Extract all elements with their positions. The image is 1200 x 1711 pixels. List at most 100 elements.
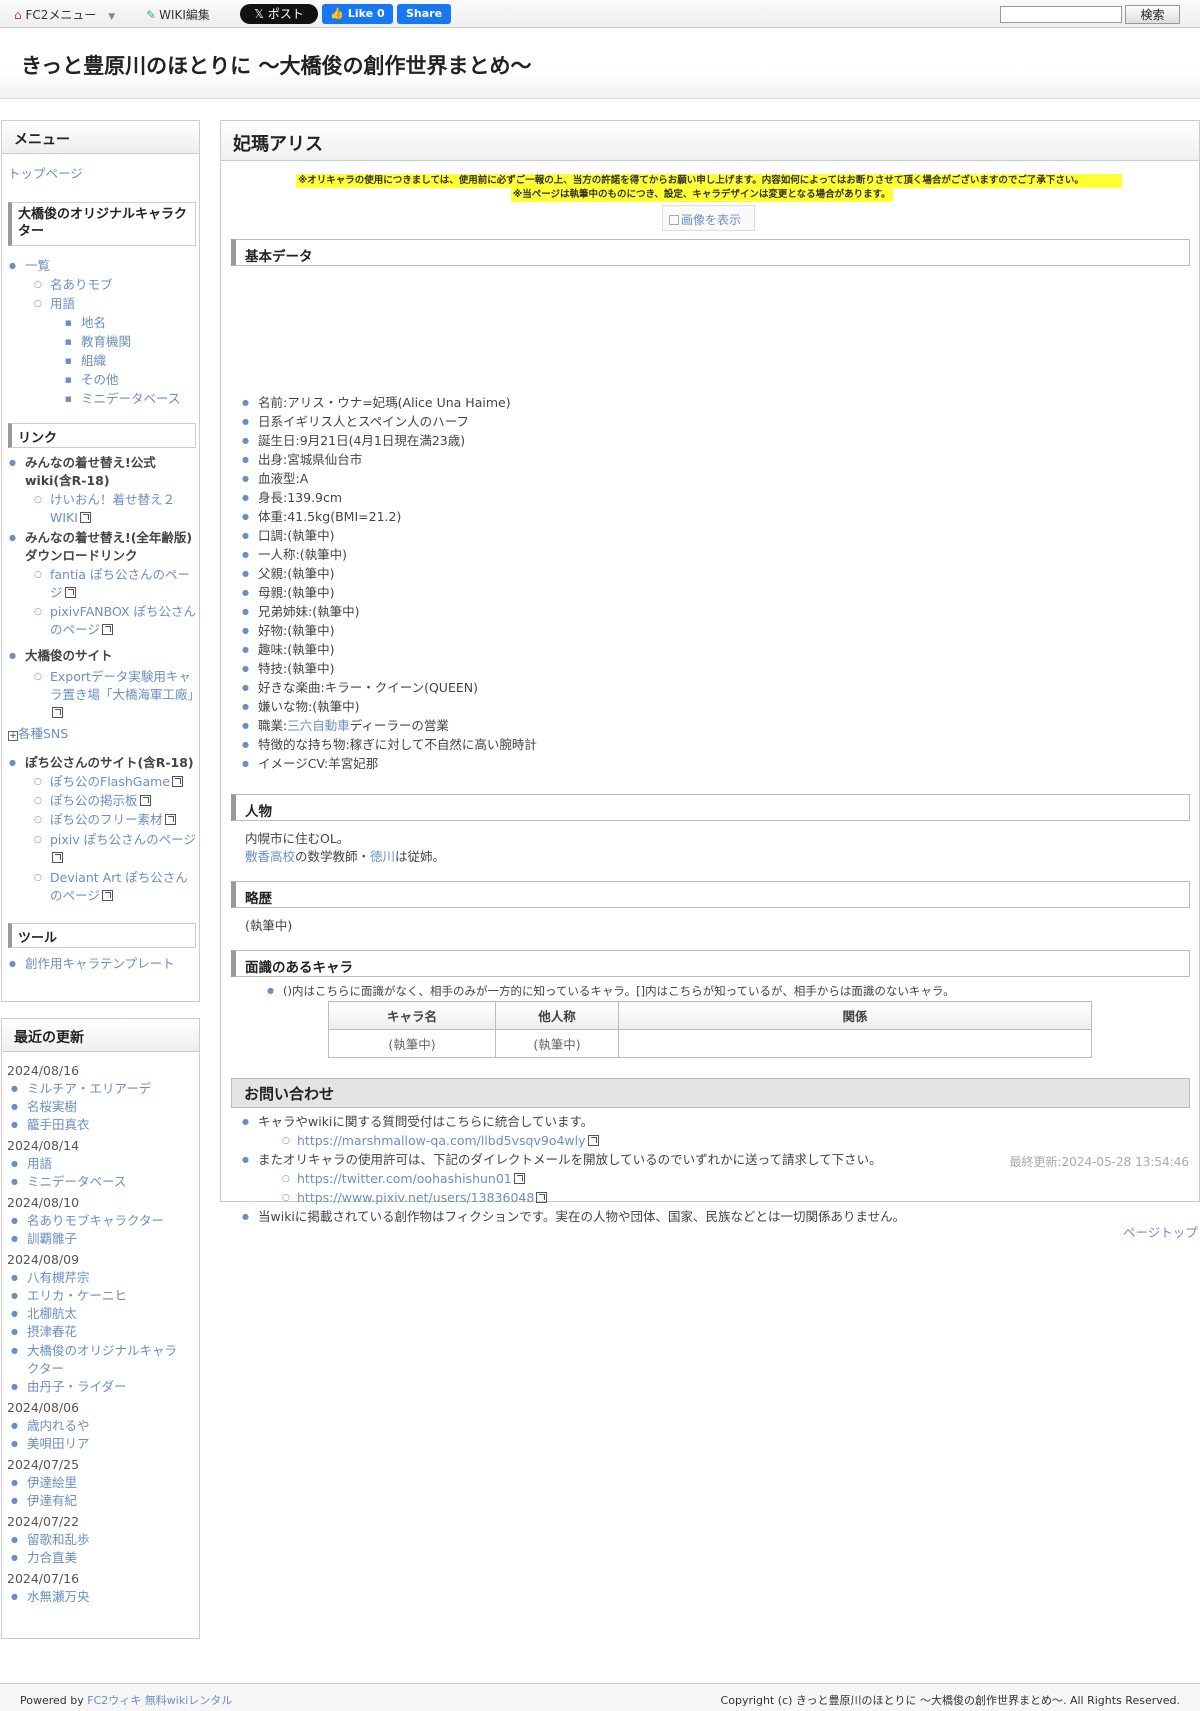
link-pixiv-item[interactable]: pixiv ぽち公さんのページ bbox=[34, 831, 198, 867]
link-kon-wiki[interactable]: けいおん！着せ替え２WIKI bbox=[50, 492, 175, 525]
link-flash[interactable]: ぽち公のFlashGame bbox=[50, 774, 170, 789]
menu-item-named-mob[interactable]: 名ありモブ bbox=[34, 277, 112, 293]
recent-item-link[interactable]: 名ありモブキャラクター bbox=[11, 1213, 164, 1229]
link-fanbox-item[interactable]: pixivFANBOX ぽち公さんのページ bbox=[34, 603, 198, 639]
main-content: 妃瑪アリス ※オリキャラの使用につきましては、使用前に必ずご一報の上、当方の許諾… bbox=[220, 120, 1200, 1225]
basic-data-item: 身長:139.9cm bbox=[242, 490, 342, 506]
recent-item-link[interactable]: 水無瀬万央 bbox=[11, 1589, 89, 1605]
search-input[interactable] bbox=[1000, 6, 1122, 23]
menu-item-education[interactable]: 教育機関 bbox=[65, 334, 131, 350]
table-header-relation: 関係 bbox=[618, 1001, 1092, 1030]
tool-template-link[interactable]: 創作用キャラテンプレート bbox=[9, 956, 175, 972]
external-link-icon bbox=[101, 624, 113, 635]
table-cell-title: (執筆中) bbox=[495, 1029, 619, 1058]
recent-item-link[interactable]: 訓覇雛子 bbox=[11, 1231, 77, 1247]
recent-item-link[interactable]: 伊達絵里 bbox=[11, 1475, 77, 1491]
contact-item-3: 当wikiに掲載されている創作物はフィクションです。実在の人物や団体、国家、民族… bbox=[242, 1209, 905, 1225]
recent-item-link[interactable]: 北梛航太 bbox=[11, 1306, 77, 1322]
site-footer: Powered by FC2ウィキ 無料wikiレンタル Copyright (… bbox=[0, 1683, 1200, 1711]
link-ohashi-site: 大橋俊のサイト bbox=[9, 648, 112, 664]
recent-item-link[interactable]: 摂津春花 bbox=[11, 1324, 77, 1340]
wiki-edit-link[interactable]: ✎ WIKI編集 bbox=[146, 6, 210, 23]
external-link-icon bbox=[164, 814, 176, 825]
link-sns-toggle[interactable]: +各種SNS bbox=[8, 726, 68, 742]
job-company-link[interactable]: 三六自動車 bbox=[287, 718, 350, 733]
link-free-item[interactable]: ぽち公のフリー素材 bbox=[34, 812, 176, 828]
basic-data-item: 口調:(執筆中) bbox=[242, 528, 335, 544]
recent-date: 2024/08/16 bbox=[7, 1063, 80, 1078]
link-fantia-item[interactable]: fantia ぽち公さんのページ bbox=[34, 566, 198, 602]
facebook-share-button[interactable]: Share bbox=[397, 4, 451, 24]
recent-item-link[interactable]: 大橋俊のオリジナルキャラクター bbox=[11, 1342, 187, 1378]
powered-by-link[interactable]: FC2ウィキ 無料wikiレンタル bbox=[87, 1694, 232, 1707]
edit-icon: ✎ bbox=[146, 8, 157, 22]
menu-item-other[interactable]: その他 bbox=[65, 372, 118, 388]
menu-item-terms[interactable]: 用語 bbox=[34, 296, 75, 312]
link-export-item[interactable]: Exportデータ実験用キャラ置き場「大橋海軍工廠」 bbox=[34, 668, 200, 722]
pixiv-link[interactable]: https://www.pixiv.net/users/13836048 bbox=[297, 1190, 534, 1205]
recent-item-link[interactable]: 籠手田真衣 bbox=[11, 1117, 89, 1133]
basic-item-job: 職業:三六自動車ディーラーの営業 bbox=[242, 718, 449, 734]
link-sns[interactable]: 各種SNS bbox=[18, 726, 68, 741]
facebook-like-button[interactable]: 👍 Like 0 bbox=[322, 4, 393, 24]
show-image-link[interactable]: 画像を表示 bbox=[662, 205, 755, 231]
search-button[interactable]: 検索 bbox=[1125, 5, 1180, 24]
site-header: きっと豊原川のほとりに 〜大橋俊の創作世界まとめ〜 bbox=[0, 28, 1200, 99]
menu-section-chars: 大橋俊のオリジナルキャラクター bbox=[8, 202, 196, 246]
menu-item-org[interactable]: 組織 bbox=[65, 353, 106, 369]
job-suffix: ディーラーの営業 bbox=[349, 718, 449, 733]
recent-item-link[interactable]: 留歌和乱歩 bbox=[11, 1532, 89, 1548]
contact-link-3-item[interactable]: https://www.pixiv.net/users/13836048 bbox=[282, 1190, 548, 1206]
site-title[interactable]: きっと豊原川のほとりに 〜大橋俊の創作世界まとめ〜 bbox=[21, 50, 531, 80]
recent-item-link[interactable]: 八有槻芹宗 bbox=[11, 1270, 89, 1286]
page-top-link[interactable]: ページトップ bbox=[1123, 1222, 1198, 1241]
powered-by-prefix: Powered by bbox=[20, 1694, 84, 1707]
external-link-icon bbox=[101, 890, 113, 901]
menu-item-list[interactable]: 一覧 bbox=[9, 258, 50, 274]
person-end-text: は従姉。 bbox=[395, 849, 446, 864]
recent-updates-title: 最近の更新 bbox=[2, 1019, 199, 1052]
table-header-title: 他人称 bbox=[495, 1001, 619, 1030]
recent-item-link[interactable]: 名桜実樹 bbox=[11, 1099, 77, 1115]
menu-item-place[interactable]: 地名 bbox=[65, 315, 106, 331]
recent-item-link[interactable]: 用語 bbox=[11, 1156, 52, 1172]
person-school-link[interactable]: 敷香高校 bbox=[245, 849, 295, 864]
recent-item-link[interactable]: 力合直美 bbox=[11, 1550, 77, 1566]
recent-item-link[interactable]: 由丹子・ライダー bbox=[11, 1379, 126, 1395]
basic-data-item: 兄弟姉妹:(執筆中) bbox=[242, 604, 360, 620]
recent-item-link[interactable]: 伊達有紀 bbox=[11, 1493, 77, 1509]
link-pixiv[interactable]: pixiv ぽち公さんのページ bbox=[50, 832, 196, 847]
external-link-icon bbox=[587, 1135, 599, 1146]
job-prefix: 職業: bbox=[258, 718, 288, 733]
recent-item-link[interactable]: 美唄田リア bbox=[11, 1436, 89, 1452]
link-kon-wiki-item[interactable]: けいおん！着せ替え２WIKI bbox=[34, 491, 198, 527]
link-fanbox[interactable]: pixivFANBOX ぽち公さんのページ bbox=[50, 604, 196, 637]
fc2-menu[interactable]: ⌂ FC2メニュー ▼ bbox=[14, 6, 115, 23]
recent-item-link[interactable]: ミルチア・エリアーデ bbox=[11, 1081, 151, 1097]
contact-link-2-item[interactable]: https://twitter.com/oohashishun01 bbox=[282, 1171, 525, 1187]
person-cousin-link[interactable]: 徳川 bbox=[370, 849, 395, 864]
x-post-button[interactable]: 𝕏 ポスト bbox=[240, 4, 318, 24]
marshmallow-link[interactable]: https://marshmallow-qa.com/llbd5vsqv9o4w… bbox=[297, 1133, 586, 1148]
page-title: 妃瑪アリス bbox=[221, 121, 1199, 161]
top-toolbar: ⌂ FC2メニュー ▼ ✎ WIKI編集 𝕏 ポスト 👍 Like 0 Share… bbox=[0, 0, 1200, 28]
link-export-site[interactable]: Exportデータ実験用キャラ置き場「大橋海軍工廠」 bbox=[50, 669, 200, 702]
link-bbs-item[interactable]: ぽち公の掲示板 bbox=[34, 793, 151, 809]
link-deviant[interactable]: Deviant Art ぽち公さんのページ bbox=[50, 870, 188, 903]
plus-icon: + bbox=[8, 731, 18, 741]
menu-item-mini-db[interactable]: ミニデータベース bbox=[65, 391, 180, 407]
twitter-link[interactable]: https://twitter.com/oohashishun01 bbox=[297, 1171, 512, 1186]
link-free[interactable]: ぽち公のフリー素材 bbox=[50, 812, 163, 827]
contact-link-1-item[interactable]: https://marshmallow-qa.com/llbd5vsqv9o4w… bbox=[282, 1133, 599, 1149]
link-flash-item[interactable]: ぽち公のFlashGame bbox=[34, 774, 183, 790]
thumb-up-icon: 👍 bbox=[330, 7, 345, 20]
recent-item-link[interactable]: 歳内れるや bbox=[11, 1418, 89, 1434]
menu-top-page-link[interactable]: トップページ bbox=[8, 166, 83, 182]
like-label: Like 0 bbox=[347, 7, 385, 20]
basic-data-item: 好物:(執筆中) bbox=[242, 623, 335, 639]
recent-item-link[interactable]: エリカ・ケーニヒ bbox=[11, 1288, 127, 1304]
link-bbs[interactable]: ぽち公の掲示板 bbox=[50, 793, 138, 808]
recent-date: 2024/08/14 bbox=[7, 1138, 80, 1153]
link-deviant-item[interactable]: Deviant Art ぽち公さんのページ bbox=[34, 869, 198, 905]
recent-item-link[interactable]: ミニデータベース bbox=[11, 1174, 126, 1190]
